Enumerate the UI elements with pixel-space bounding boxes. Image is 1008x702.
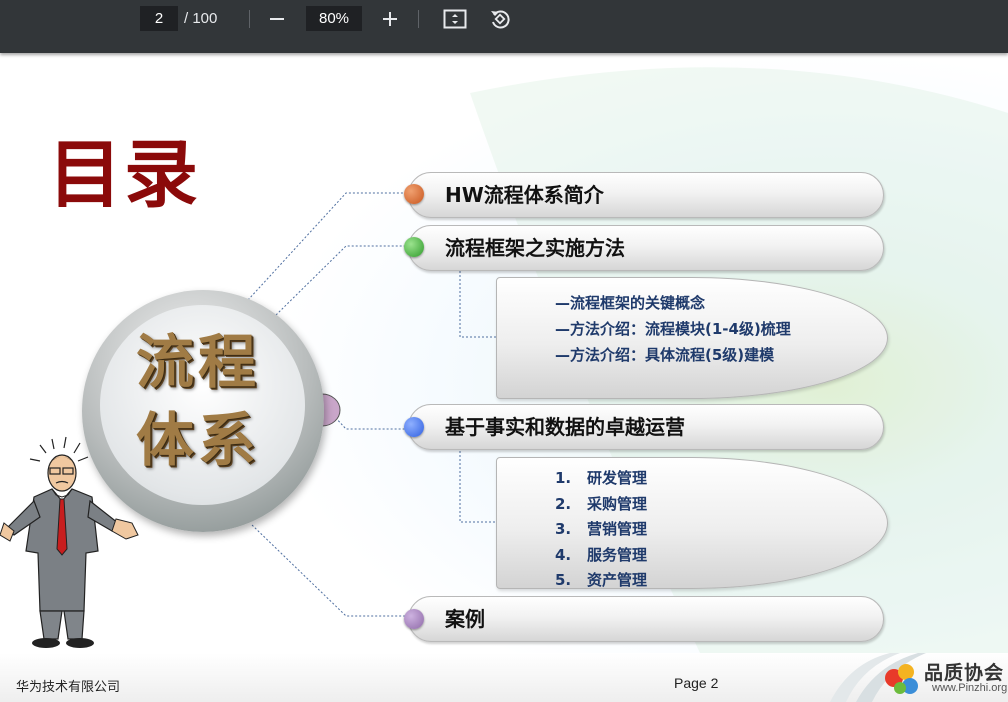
detail-line: —流程框架的关键概念 [555, 294, 706, 312]
circle-text-line1: 流程 [136, 328, 261, 396]
bullet-dot-icon [404, 237, 424, 257]
zoom-input[interactable]: 80% [306, 6, 362, 31]
detail-list-item: 1. 研发管理 [555, 469, 648, 487]
footer-page-number: Page 2 [674, 675, 719, 691]
confused-businessman-illustration [0, 436, 139, 648]
toc-item-label: 流程框架之实施方法 [445, 236, 625, 260]
toc-item-label: 案例 [445, 607, 485, 631]
bullet-dot-icon [404, 609, 424, 629]
rotate-icon [491, 10, 510, 29]
circle-text-line2: 体系 [136, 406, 261, 474]
toc-item-framework-method[interactable]: 流程框架之实施方法 [408, 225, 884, 271]
minus-icon [270, 18, 284, 20]
detail-line: —方法介绍：具体流程(5级)建模 [555, 346, 775, 364]
detail-list-item: 2. 采购管理 [555, 495, 648, 513]
detail-list-item: 3. 营销管理 [555, 520, 648, 538]
slide-footer [0, 653, 1008, 702]
toolbar-divider [249, 10, 250, 28]
operations-detail-box: 1. 研发管理 2. 采购管理 3. 营销管理 4. 服务管理 5. 资产管理 [496, 457, 888, 589]
method-detail-box: —流程框架的关键概念 —方法介绍：流程模块(1-4级)梳理 —方法介绍：具体流程… [496, 277, 888, 399]
footer-company-name: 华为技术有限公司 [16, 680, 121, 695]
logo-brand-text: 品质协会 [924, 662, 1005, 684]
detail-list-item: 4. 服务管理 [555, 546, 648, 564]
zoom-out-button[interactable] [262, 4, 292, 34]
toc-item-cases[interactable]: 案例 [408, 596, 884, 642]
detail-list-item: 5. 资产管理 [555, 571, 648, 589]
plus-icon [383, 12, 397, 26]
detail-line: —方法介绍：流程模块(1-4级)梳理 [555, 320, 791, 338]
fit-page-icon [443, 9, 467, 29]
slide-page: 目录 HW流程体系简介 流程框架之实施方法 —流程框架的关键概念 —方法介绍：流… [0, 53, 1008, 702]
toc-item-operations[interactable]: 基于事实和数据的卓越运营 [408, 404, 884, 450]
fit-page-button[interactable] [440, 4, 470, 34]
toolbar-divider [418, 10, 419, 28]
zoom-in-button[interactable] [375, 4, 405, 34]
pdf-toolbar: 2 / 100 80% [0, 0, 1008, 53]
toc-item-label: 基于事实和数据的卓越运营 [445, 415, 685, 439]
logo-website-link[interactable]: www.Pinzhi.org [932, 682, 1007, 694]
bullet-dot-icon [404, 417, 424, 437]
rotate-button[interactable] [485, 4, 515, 34]
page-number-input[interactable]: 2 [140, 6, 178, 31]
page-total-label: / 100 [184, 10, 218, 27]
bullet-dot-icon [404, 184, 424, 204]
toc-item-hw-intro[interactable]: HW流程体系简介 [408, 172, 884, 218]
toc-item-label: HW流程体系简介 [445, 183, 604, 207]
